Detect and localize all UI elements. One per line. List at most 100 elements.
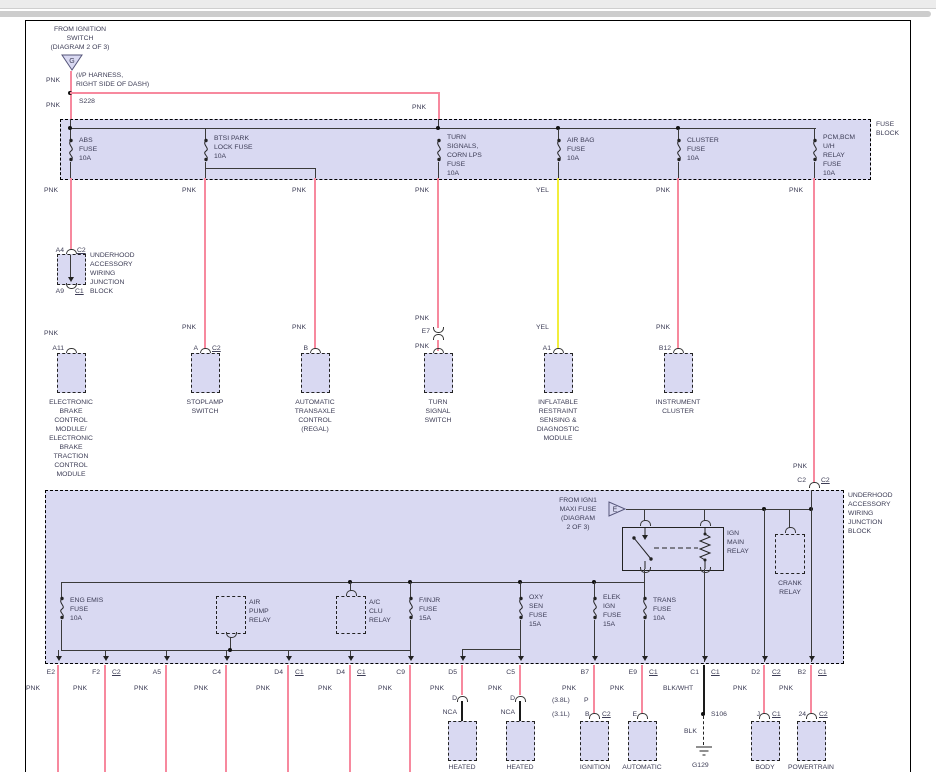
pin-label: E — [613, 710, 637, 719]
wire-stub — [678, 162, 679, 178]
ground-label: G129 — [692, 761, 709, 770]
fuse-icon — [590, 596, 600, 620]
component-label: POWERTRAIN — [776, 763, 846, 772]
ign1-bus — [626, 509, 812, 510]
wire-color-label: PNK — [378, 684, 392, 693]
ign-main-relay-label: IGN MAIN RELAY — [727, 529, 749, 556]
horizontal-scrollbar-track[interactable] — [0, 0, 936, 9]
arrow-down-icon — [762, 656, 768, 661]
arrow-down-icon — [460, 656, 466, 661]
wire-color-label: PNK — [256, 684, 270, 693]
wire-pcm-branch — [813, 178, 815, 483]
wire-color-label: PNK — [194, 684, 208, 693]
component-box — [628, 721, 657, 761]
exit-wire — [810, 665, 812, 713]
component-label: AUTOMATIC TRANSAXLE CONTROL (REGAL) — [270, 398, 360, 434]
pin-label: C4 — [197, 668, 221, 677]
harness-note: (I/P HARNESS, RIGHT SIDE OF DASH) — [76, 71, 149, 89]
component-label: INFLATABLE RESTRAINT SENSING & DIAGNOSTI… — [513, 398, 603, 443]
component-box — [301, 353, 330, 393]
wire-color-label: PNK — [610, 684, 624, 693]
pin-label: D4 — [321, 668, 345, 677]
wire-note: NCA — [488, 708, 515, 717]
wire-stub — [438, 162, 439, 178]
wire-stub — [61, 582, 62, 597]
wire-color-label: PNK — [733, 684, 747, 693]
component-box — [664, 353, 693, 393]
wire-color-label: PNK — [562, 684, 576, 693]
component-label: TURN SIGNAL SWITCH — [393, 398, 483, 425]
wire-coil-ground — [704, 569, 705, 662]
pin-label: F2 — [76, 668, 100, 677]
exit-wire — [409, 665, 411, 772]
inline-connector-label: E7 — [406, 327, 430, 336]
pin-label: C1 — [295, 668, 304, 677]
pin-label: C2 — [782, 476, 806, 485]
horizontal-scrollbar-thumb[interactable] — [0, 11, 931, 17]
exit-wire — [641, 665, 643, 713]
arrow-down-icon — [103, 656, 109, 661]
wire-color-label: PNK — [292, 323, 306, 332]
component-box — [506, 721, 535, 761]
exit-wire — [461, 665, 463, 695]
wire-stub — [70, 255, 71, 278]
arrow-down-icon — [518, 656, 524, 661]
pin-label: C1 — [772, 710, 781, 719]
arrow-down-icon — [56, 656, 62, 661]
component-box — [448, 721, 477, 761]
wire-color-label: PNK — [44, 329, 58, 338]
arrow-down-icon — [702, 656, 708, 661]
fuse-icon — [201, 138, 211, 162]
exit-wire — [349, 665, 351, 772]
pin-label: D5 — [433, 668, 457, 677]
wire-color-label: PNK — [656, 323, 670, 332]
wire-color-label: PNK — [73, 684, 87, 693]
pin-label: A1 — [527, 344, 551, 353]
arrow-down-icon — [68, 277, 74, 282]
pin-label: C9 — [381, 668, 405, 677]
wire-stub — [70, 162, 71, 178]
fuse-label: F/INJR FUSE 15A — [419, 596, 440, 623]
variant-label: (3.1L) — [552, 710, 570, 719]
source-title: FROM IGNITION SWITCH (DIAGRAM 2 OF 3) — [35, 25, 125, 52]
wire-color-label: PNK — [46, 76, 60, 85]
fuse-icon — [554, 138, 564, 162]
wire-stub — [594, 582, 595, 597]
pin-label: C1 — [649, 668, 658, 677]
component-box — [751, 721, 780, 761]
fuse-label: TURN SIGNALS, CORN LPS FUSE 10A — [447, 133, 482, 178]
component-box — [191, 353, 220, 393]
splice-dot — [68, 126, 72, 130]
arrow-down-icon — [164, 656, 170, 661]
connector-triangle-icon: E — [608, 501, 626, 517]
wire-stub — [520, 582, 521, 597]
connector-icon — [457, 696, 468, 702]
wire-abs-branch — [70, 178, 72, 249]
component-label: AUTOMATIC — [612, 763, 672, 772]
pin-label: B12 — [645, 344, 671, 353]
wire-color-label: PNK — [318, 684, 332, 693]
arrow-down-icon — [348, 656, 354, 661]
exit-wire — [165, 665, 167, 772]
connector-icon — [433, 334, 444, 340]
arrow-down-icon — [286, 656, 292, 661]
wire-stub — [594, 620, 595, 657]
pin-label: P — [584, 696, 589, 705]
exit-wire — [519, 665, 521, 695]
wire-jog — [462, 649, 521, 650]
wire-splice-drop — [438, 92, 440, 119]
wire-stub — [61, 620, 62, 651]
wire-color-label: BLK — [684, 727, 697, 736]
pin-label: B2 — [782, 668, 806, 677]
connector-icon — [515, 696, 526, 702]
component-label: INSTRUMENT CLUSTER — [633, 398, 723, 416]
arrow-down-icon — [408, 656, 414, 661]
connector-triangle-icon: G — [61, 54, 83, 71]
ground-icon — [696, 746, 712, 756]
relay-internals-icon — [622, 527, 722, 569]
wire-color-label: PNK — [488, 684, 502, 693]
exit-wire — [763, 665, 765, 713]
fuse-label: ABS FUSE 10A — [79, 136, 97, 163]
wire-color-label: PNK — [656, 186, 670, 195]
fuse-label: PCM,BCM U/H RELAY FUSE 10A — [823, 133, 855, 178]
